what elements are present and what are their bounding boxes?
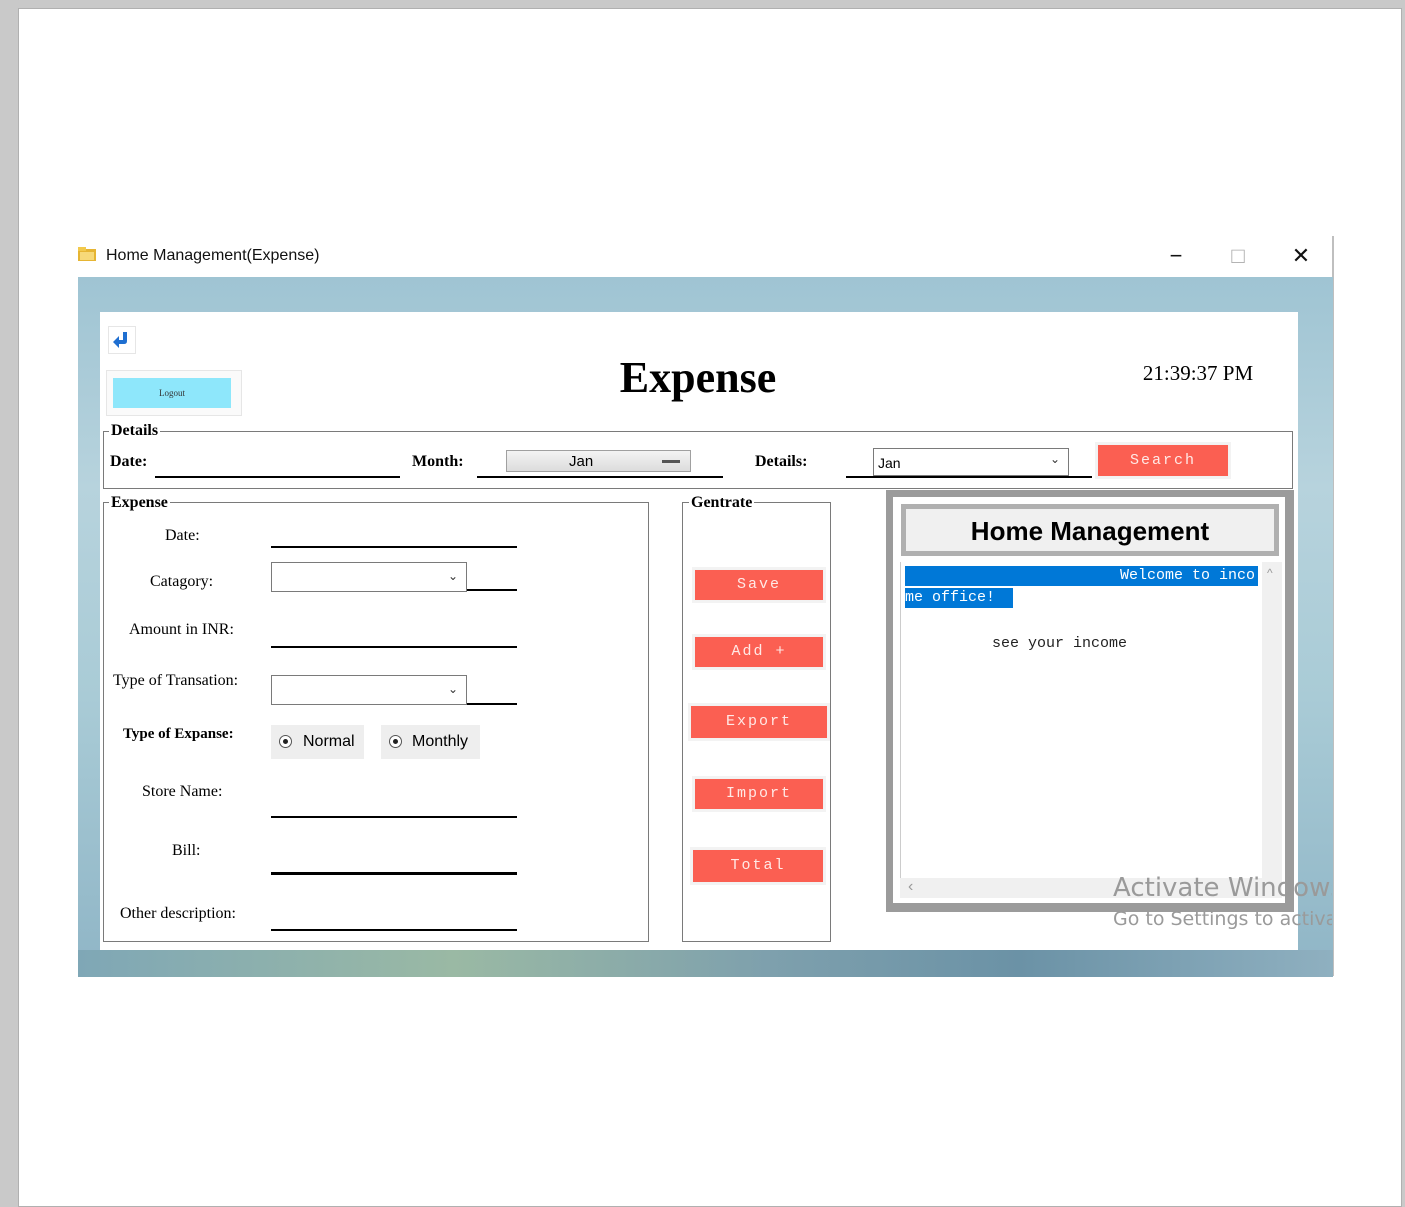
- logout-button[interactable]: Logout: [113, 378, 231, 408]
- details-date-input[interactable]: [155, 476, 400, 478]
- bill-label: Bill:: [172, 842, 201, 859]
- month-underline: [477, 476, 723, 478]
- other-description-label: Other description:: [120, 905, 236, 922]
- radio-monthly[interactable]: Monthly: [381, 725, 480, 759]
- transaction-type-select[interactable]: ⌄: [271, 675, 467, 705]
- window-titlebar[interactable]: Home Management(Expense) − □ ✕: [78, 240, 1333, 276]
- vertical-scrollbar[interactable]: ^: [1262, 562, 1282, 878]
- add-button[interactable]: Add +: [694, 636, 824, 668]
- chevron-down-icon: ⌄: [447, 682, 458, 696]
- details-select-value: Jan: [878, 455, 901, 471]
- income-text: see your income: [992, 635, 1128, 652]
- category-underline: [467, 589, 517, 591]
- details-underline: [846, 476, 1092, 478]
- amount-input[interactable]: [271, 646, 517, 648]
- details-type-label: Details:: [755, 453, 808, 470]
- maximize-button[interactable]: □: [1213, 240, 1263, 274]
- back-button[interactable]: [108, 326, 136, 354]
- store-name-label: Store Name:: [142, 783, 223, 800]
- details-date-label: Date:: [110, 453, 148, 470]
- close-button[interactable]: ✕: [1276, 240, 1326, 274]
- transaction-type-label: Type of Transation:: [113, 672, 239, 689]
- radio-monthly-label: Monthly: [412, 733, 469, 750]
- generate-legend: Gentrate: [689, 494, 755, 512]
- import-button[interactable]: Import: [694, 778, 824, 810]
- home-management-title: Home Management: [906, 509, 1274, 551]
- bill-input[interactable]: [271, 872, 517, 875]
- transaction-underline: [467, 703, 517, 705]
- scroll-up-icon[interactable]: ^: [1267, 566, 1273, 580]
- category-select[interactable]: ⌄: [271, 562, 467, 592]
- radio-normal[interactable]: Normal: [271, 725, 364, 759]
- month-value: Jan: [569, 453, 594, 470]
- month-picker[interactable]: Jan: [506, 450, 691, 472]
- background-strip: [78, 950, 1333, 977]
- details-select[interactable]: Jan ⌄: [873, 448, 1069, 476]
- export-button[interactable]: Export: [690, 705, 828, 739]
- radio-selected-icon: [389, 735, 402, 748]
- back-arrow-icon: [113, 332, 127, 348]
- minimize-button[interactable]: −: [1151, 240, 1201, 274]
- folder-icon: [78, 247, 96, 261]
- chevron-down-icon: ⌄: [447, 569, 458, 583]
- expense-date-label: Date:: [165, 527, 200, 544]
- page-title: Expense: [619, 353, 777, 402]
- save-button[interactable]: Save: [694, 569, 824, 601]
- month-label: Month:: [412, 453, 464, 470]
- other-description-input[interactable]: [271, 929, 517, 931]
- category-label: Catagory:: [150, 573, 214, 590]
- expense-date-input[interactable]: [271, 546, 517, 548]
- chevron-down-icon: ⌄: [1049, 452, 1060, 466]
- search-button[interactable]: Search: [1097, 444, 1229, 477]
- total-button[interactable]: Total: [692, 849, 824, 883]
- radio-selected-icon: [279, 735, 292, 748]
- amount-label: Amount in INR:: [129, 621, 234, 638]
- expense-legend: Expense: [109, 494, 170, 512]
- expense-type-label: Type of Expanse:: [123, 726, 234, 742]
- activate-windows-watermark: Activate Windows: [1113, 873, 1332, 903]
- welcome-line-1: Welcome to inco: [905, 566, 1258, 586]
- clock-display: 21:39:37 PM: [1142, 361, 1254, 385]
- radio-normal-label: Normal: [303, 733, 355, 750]
- store-name-input[interactable]: [271, 816, 517, 818]
- picker-handle-icon: [662, 460, 680, 463]
- welcome-line-2: me office!: [905, 588, 1013, 608]
- message-textbox[interactable]: Welcome to inco me office! see your inco…: [900, 562, 1263, 878]
- window-title: Home Management(Expense): [106, 247, 320, 264]
- activate-windows-subtext: Go to Settings to activate: [1113, 908, 1332, 930]
- scroll-left-icon[interactable]: ‹: [908, 878, 913, 896]
- details-legend: Details: [109, 422, 161, 440]
